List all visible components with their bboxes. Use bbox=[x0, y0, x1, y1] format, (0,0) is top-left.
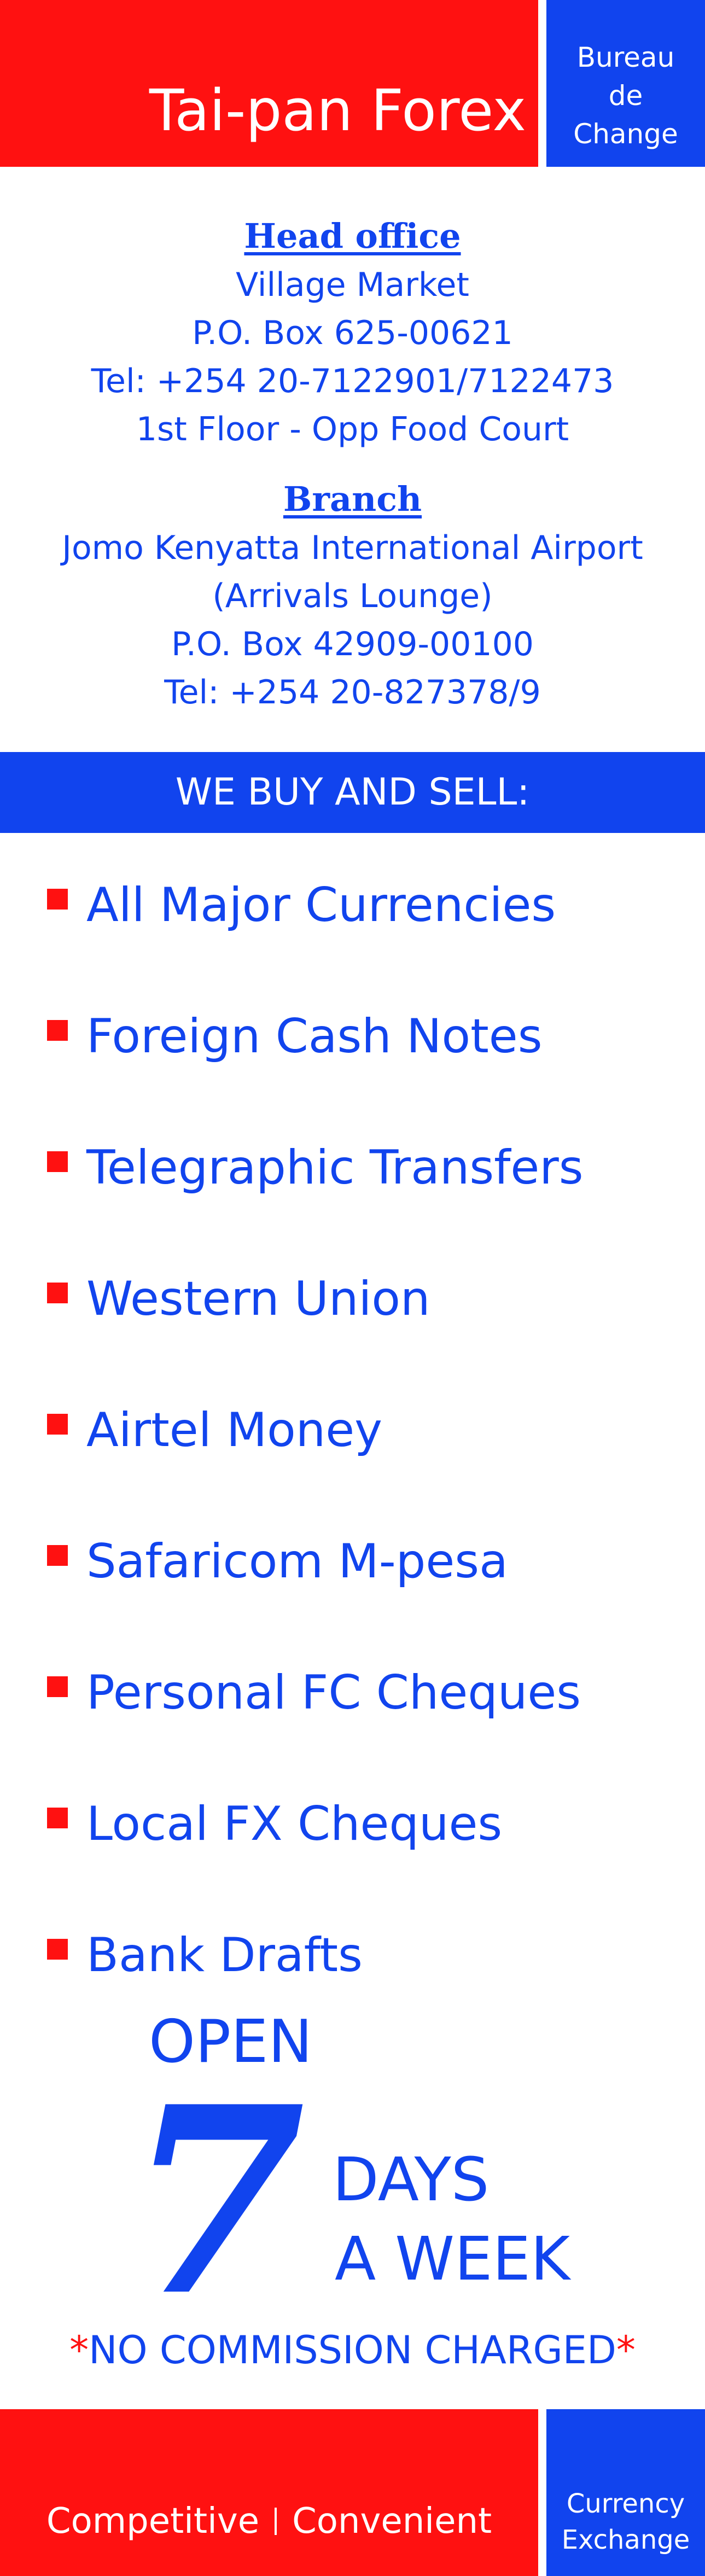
seven-numeral: 7 bbox=[127, 2050, 306, 2352]
service-label: Safaricom M-pesa bbox=[86, 1534, 508, 1589]
list-item: Foreign Cash Notes bbox=[0, 1006, 705, 1138]
bureau-de-change-label: Bureau de Change bbox=[546, 38, 705, 153]
days-label: DAYS bbox=[333, 2144, 490, 2214]
red-square-bullet-icon bbox=[47, 1020, 68, 1041]
red-square-bullet-icon bbox=[47, 1283, 68, 1303]
red-square-bullet-icon bbox=[47, 1939, 68, 1960]
branch-line: Jomo Kenyatta International Airport bbox=[62, 529, 643, 567]
red-square-bullet-icon bbox=[47, 1151, 68, 1172]
services-list: All Major Currencies Foreign Cash Notes … bbox=[0, 875, 705, 2056]
asterisk-right: * bbox=[616, 2328, 636, 2373]
company-name: Tai-pan Forex bbox=[149, 77, 526, 144]
red-square-bullet-icon bbox=[47, 1808, 68, 1828]
bureau-line-1: Bureau bbox=[576, 42, 675, 73]
branch-heading: Branch bbox=[283, 479, 422, 519]
we-buy-and-sell-banner: WE BUY AND SELL: bbox=[0, 752, 705, 833]
service-label: Airtel Money bbox=[86, 1403, 383, 1458]
red-square-bullet-icon bbox=[47, 1676, 68, 1697]
bureau-line-3: Change bbox=[573, 118, 678, 150]
divider bbox=[275, 2508, 277, 2535]
competitive-label: Competitive bbox=[46, 2501, 260, 2542]
a-week-label: A WEEK bbox=[335, 2224, 570, 2294]
service-label: Local FX Cheques bbox=[86, 1797, 503, 1851]
address-block: Head office Village Market P.O. Box 625-… bbox=[0, 212, 705, 716]
footer-blue-panel: Currency Exchange bbox=[546, 2409, 705, 2576]
red-square-bullet-icon bbox=[47, 1545, 68, 1566]
service-label: Telegraphic Transfers bbox=[86, 1140, 584, 1195]
list-item: Local FX Cheques bbox=[0, 1794, 705, 1925]
flyer: Tai-pan Forex Bureau de Change Head offi… bbox=[0, 0, 705, 2576]
currency-line-1: Currency bbox=[566, 2488, 685, 2519]
branch-line: (Arrivals Lounge) bbox=[212, 577, 493, 615]
red-square-bullet-icon bbox=[47, 889, 68, 910]
currency-exchange-label: Currency Exchange bbox=[546, 2486, 705, 2558]
list-item: Telegraphic Transfers bbox=[0, 1138, 705, 1269]
branch-line: P.O. Box 42909-00100 bbox=[171, 625, 534, 663]
service-label: Foreign Cash Notes bbox=[86, 1009, 543, 1064]
footer-red-panel bbox=[0, 2409, 538, 2576]
header-red-panel: Tai-pan Forex bbox=[0, 0, 538, 167]
head-office-line: 1st Floor - Opp Food Court bbox=[136, 410, 569, 448]
currency-line-2: Exchange bbox=[561, 2525, 690, 2555]
list-item: Bank Drafts bbox=[0, 1925, 705, 2056]
head-office-line: P.O. Box 625-00621 bbox=[192, 314, 513, 352]
list-item: Western Union bbox=[0, 1269, 705, 1400]
service-label: Bank Drafts bbox=[86, 1928, 363, 1983]
convenient-label: Convenient bbox=[292, 2501, 492, 2542]
red-square-bullet-icon bbox=[47, 1414, 68, 1435]
no-commission-text: NO COMMISSION CHARGED bbox=[89, 2328, 616, 2373]
head-office-heading: Head office bbox=[244, 216, 461, 256]
footer-tagline: Competitive Convenient bbox=[0, 2504, 538, 2539]
list-item: Airtel Money bbox=[0, 1400, 705, 1531]
no-commission-notice: *NO COMMISSION CHARGED* bbox=[0, 2331, 705, 2369]
head-office-line: Tel: +254 20-7122901/7122473 bbox=[91, 362, 614, 400]
service-label: All Major Currencies bbox=[86, 878, 556, 933]
header-blue-panel: Bureau de Change bbox=[546, 0, 705, 167]
list-item: Personal FC Cheques bbox=[0, 1663, 705, 1794]
head-office-line: Village Market bbox=[236, 266, 469, 304]
service-label: Personal FC Cheques bbox=[86, 1665, 581, 1720]
asterisk-left: * bbox=[69, 2328, 89, 2373]
branch-line: Tel: +254 20-827378/9 bbox=[164, 673, 541, 712]
list-item: All Major Currencies bbox=[0, 875, 705, 1006]
bureau-line-2: de bbox=[608, 80, 643, 112]
service-label: Western Union bbox=[86, 1272, 430, 1326]
list-item: Safaricom M-pesa bbox=[0, 1531, 705, 1663]
